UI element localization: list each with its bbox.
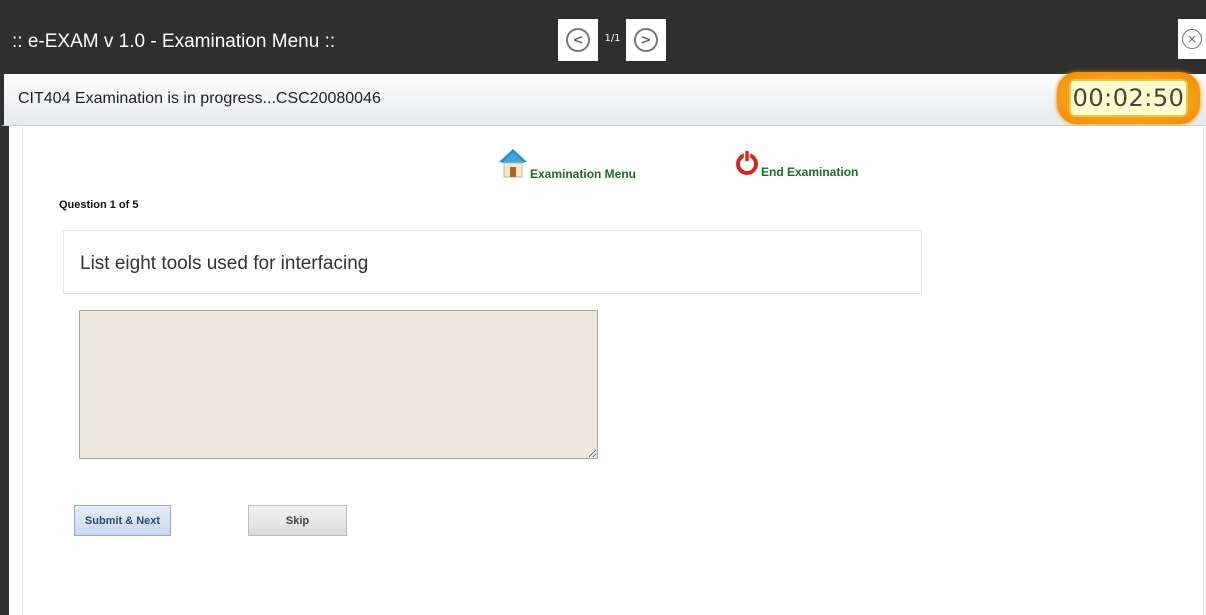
close-icon: ×: [1182, 29, 1202, 49]
home-icon: [498, 147, 528, 182]
question-counter: Question 1 of 5: [59, 199, 139, 211]
question-box: List eight tools used for interfacing: [63, 230, 922, 294]
title-bar: :: e-EXAM v 1.0 - Examination Menu :: < …: [0, 0, 1206, 74]
next-page-button[interactable]: >: [626, 19, 666, 61]
exam-status-text: CIT404 Examination is in progress...CSC2…: [18, 90, 381, 107]
submit-next-button[interactable]: Submit & Next: [74, 505, 171, 536]
skip-button[interactable]: Skip: [248, 505, 347, 536]
examination-menu-label: Examination Menu: [530, 167, 637, 181]
end-examination-label: End Examination: [761, 165, 859, 179]
power-icon: [735, 147, 759, 180]
chevron-left-icon: <: [566, 28, 590, 52]
question-text: List eight tools used for interfacing: [80, 253, 369, 274]
answer-textarea[interactable]: [79, 310, 598, 459]
page-indicator: 1/1: [604, 33, 621, 44]
chevron-right-icon: >: [634, 28, 658, 52]
countdown-timer: 00:02:50: [1069, 79, 1188, 117]
close-button[interactable]: ×: [1178, 19, 1206, 59]
window-title: :: e-EXAM v 1.0 - Examination Menu ::: [12, 31, 336, 52]
status-bar: CIT404 Examination is in progress...CSC2…: [0, 74, 1206, 126]
end-examination-link[interactable]: End Examination: [735, 147, 858, 180]
left-frame-border: [0, 126, 9, 615]
previous-page-button[interactable]: <: [558, 19, 598, 61]
examination-menu-link[interactable]: Examination Menu: [498, 147, 636, 182]
